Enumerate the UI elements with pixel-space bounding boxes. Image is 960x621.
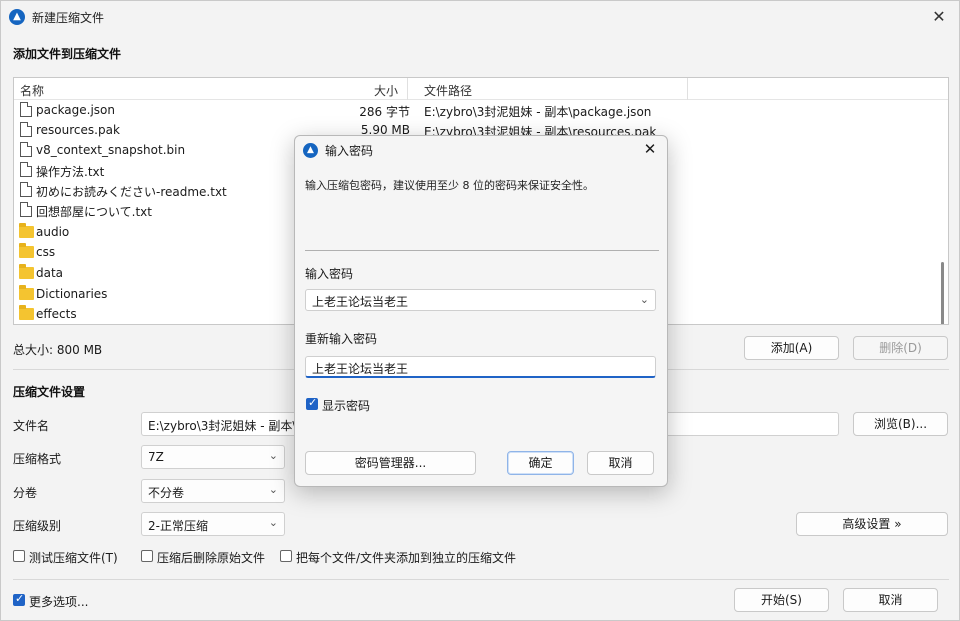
file-name: package.json <box>36 103 116 117</box>
window-title: 新建压缩文件 <box>32 11 105 25</box>
file-name: resources.pak <box>36 123 120 137</box>
file-name: effects <box>36 307 77 321</box>
file-name: Dictionaries <box>36 287 108 301</box>
format-value: 7Z <box>148 450 164 464</box>
more-options-checkbox[interactable] <box>13 592 25 606</box>
file-size: 286 字节 <box>359 105 410 119</box>
settings-section-title: 压缩文件设置 <box>13 385 86 399</box>
add-files-section-title: 添加文件到压缩文件 <box>13 47 122 61</box>
password-value: 上老王论坛当老王 <box>312 295 409 309</box>
chevron-down-icon: ⌄ <box>268 516 278 529</box>
delete-button[interactable]: 删除(D) <box>853 336 948 360</box>
file-name: data <box>36 266 64 280</box>
dialog-close-button[interactable]: ✕ <box>639 138 661 160</box>
test-archive-checkbox[interactable] <box>13 550 25 562</box>
folder-icon <box>19 243 34 258</box>
level-value: 2-正常压缩 <box>148 519 208 533</box>
delete-after-checkbox[interactable] <box>141 550 153 562</box>
chevron-down-icon[interactable]: ⌄ <box>640 293 649 306</box>
file-icon <box>20 142 32 157</box>
dialog-title: 输入密码 <box>325 144 374 158</box>
file-icon <box>20 182 32 197</box>
password-label: 输入密码 <box>305 267 354 281</box>
folder-icon <box>19 264 34 279</box>
folder-icon <box>19 285 34 300</box>
show-password-checkbox[interactable] <box>306 396 318 410</box>
file-icon <box>20 122 32 137</box>
dialog-message: 输入压缩包密码，建议使用至少 8 位的密码来保证安全性。 <box>305 179 594 192</box>
show-password-label[interactable]: 显示密码 <box>322 397 370 414</box>
file-name: 操作方法.txt <box>36 165 105 179</box>
confirm-password-input[interactable]: 上老王论坛当老王 <box>305 356 656 378</box>
chevron-down-icon: ⌄ <box>268 449 278 462</box>
more-options-label[interactable]: 更多选项... <box>29 593 88 610</box>
file-icon <box>20 162 32 177</box>
file-name: v8_context_snapshot.bin <box>36 143 186 157</box>
app-logo-icon: ▲ <box>303 143 318 158</box>
format-select[interactable]: 7Z ⌄ <box>141 445 285 469</box>
title-bar: ▲ 新建压缩文件 ✕ <box>1 1 959 33</box>
format-label: 压缩格式 <box>13 452 62 466</box>
divider <box>13 579 949 580</box>
add-button[interactable]: 添加(A) <box>744 336 839 360</box>
chevron-down-icon: ⌄ <box>268 483 278 496</box>
file-name: 初めにお読みください-readme.txt <box>36 185 227 199</box>
file-icon <box>20 202 32 217</box>
split-label: 分卷 <box>13 486 38 500</box>
file-path: E:\zybro\3封泥姐妹 - 副本\package.json <box>424 105 652 119</box>
window-close-button[interactable]: ✕ <box>927 5 951 29</box>
separate-archive-label[interactable]: 把每个文件/文件夹添加到独立的压缩文件 <box>296 549 516 566</box>
folder-icon <box>19 223 34 238</box>
file-name: audio <box>36 225 70 239</box>
split-select[interactable]: 不分卷 ⌄ <box>141 479 285 503</box>
dialog-cancel-button[interactable]: 取消 <box>587 451 654 475</box>
file-name: css <box>36 245 56 259</box>
delete-after-label[interactable]: 压缩后删除原始文件 <box>157 549 265 566</box>
file-icon <box>20 102 32 117</box>
separate-archive-checkbox[interactable] <box>280 550 292 562</box>
scrollbar-thumb[interactable] <box>941 262 944 324</box>
column-header-name[interactable]: 名称 <box>20 82 44 99</box>
column-separator[interactable] <box>407 78 408 100</box>
test-archive-label[interactable]: 测试压缩文件(T) <box>29 549 118 566</box>
split-value: 不分卷 <box>148 486 185 500</box>
start-button[interactable]: 开始(S) <box>734 588 829 612</box>
file-list-header: 名称 大小 文件路径 <box>14 78 948 100</box>
total-size: 总大小: 800 MB <box>13 343 103 357</box>
password-input[interactable]: 上老王论坛当老王 ⌄ <box>305 289 656 311</box>
divider <box>305 250 659 251</box>
filename-label: 文件名 <box>13 419 50 433</box>
column-separator[interactable] <box>687 78 688 100</box>
cancel-button[interactable]: 取消 <box>843 588 938 612</box>
app-logo-icon: ▲ <box>9 9 25 25</box>
level-select[interactable]: 2-正常压缩 ⌄ <box>141 512 285 536</box>
folder-icon <box>19 305 34 320</box>
column-header-path[interactable]: 文件路径 <box>424 82 472 99</box>
password-dialog: ▲ 输入密码 ✕ 输入压缩包密码，建议使用至少 8 位的密码来保证安全性。 输入… <box>294 135 668 487</box>
confirm-password-label: 重新输入密码 <box>305 332 378 346</box>
file-name: 回想部屋について.txt <box>36 205 152 219</box>
level-label: 压缩级别 <box>13 519 62 533</box>
column-header-size[interactable]: 大小 <box>374 82 398 99</box>
file-list-scrollbar[interactable] <box>940 102 944 324</box>
ok-button[interactable]: 确定 <box>507 451 574 475</box>
list-item[interactable]: package.json 286 字节 E:\zybro\3封泥姐妹 - 副本\… <box>14 100 948 120</box>
password-manager-button[interactable]: 密码管理器... <box>305 451 476 475</box>
advanced-settings-button[interactable]: 高级设置 » <box>796 512 948 536</box>
browse-button[interactable]: 浏览(B)... <box>853 412 948 436</box>
